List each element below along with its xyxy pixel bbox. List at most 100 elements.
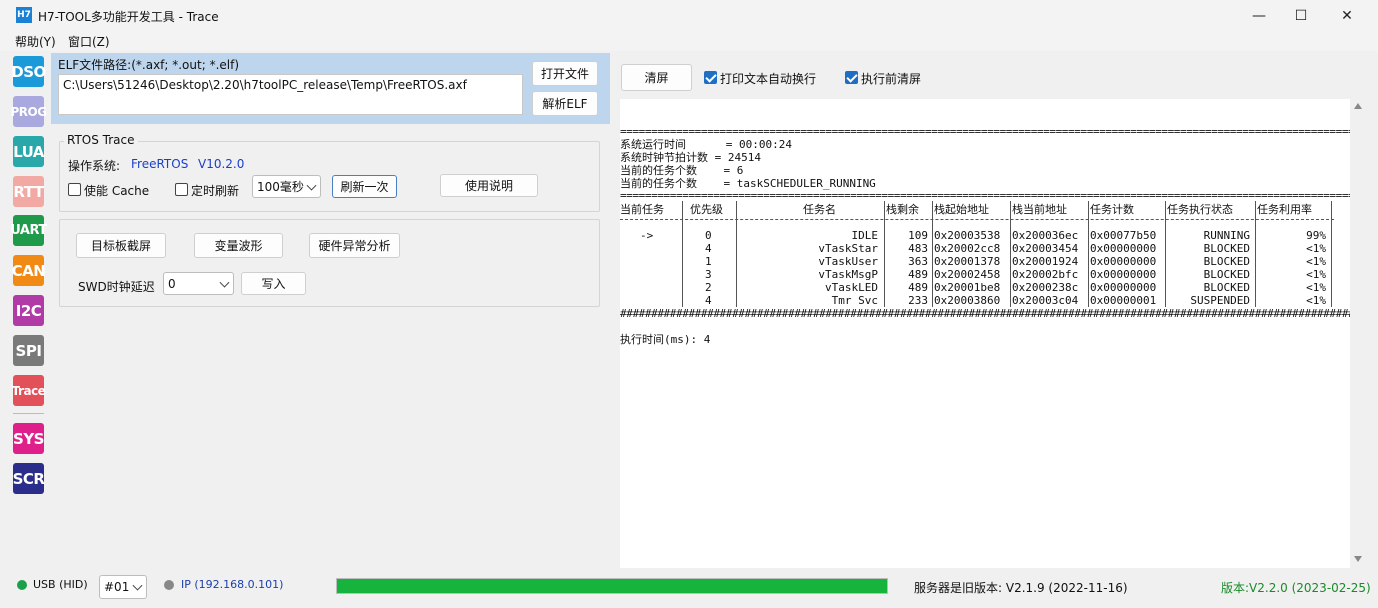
cell-task-state: BLOCKED bbox=[1203, 281, 1250, 294]
cell-usage: 99% bbox=[1306, 229, 1326, 242]
refresh-once-button[interactable]: 刷新一次 bbox=[332, 175, 397, 198]
cell-usage: <1% bbox=[1306, 281, 1326, 294]
menu-window[interactable]: 窗口(Z) bbox=[68, 33, 110, 50]
table-row[interactable]: 4 Tmr Svc 233 0x20003860 0x20003c04 0x00… bbox=[620, 294, 1350, 307]
table-row[interactable]: 2 vTaskLED 489 0x20001be8 0x2000238c 0x0… bbox=[620, 281, 1350, 294]
cell-task-count: 0x00000000 bbox=[1090, 255, 1157, 268]
menu-help[interactable]: 帮助(Y) bbox=[15, 33, 56, 50]
hard-fault-analysis-button[interactable]: 硬件异常分析 bbox=[309, 233, 400, 258]
cell-task-name: IDLE bbox=[851, 229, 879, 242]
sidebar-item-uart[interactable]: UART bbox=[10, 215, 47, 246]
sidebar-item-lua[interactable]: LUA bbox=[13, 136, 44, 167]
swd-delay-select[interactable]: 0 bbox=[163, 272, 234, 295]
sidebar-item-sys[interactable]: SYS bbox=[13, 423, 44, 454]
exec-time: 执行时间(ms): 4 bbox=[620, 333, 711, 346]
sidebar-item-dso[interactable]: DSO bbox=[11, 56, 46, 87]
sidebar-item-trace[interactable]: Trace bbox=[12, 375, 46, 406]
cell-stack-current: 0x200036ec bbox=[1012, 229, 1079, 242]
cell-usage: <1% bbox=[1306, 242, 1326, 255]
sidebar-item-can[interactable]: CAN bbox=[12, 255, 46, 286]
app-icon: H7 bbox=[16, 7, 32, 23]
cell-stack-free: 483 bbox=[908, 242, 928, 255]
rtos-group-title: RTOS Trace bbox=[64, 133, 138, 147]
scroll-up-icon[interactable] bbox=[1354, 103, 1362, 109]
cell-task-name: vTaskUser bbox=[818, 255, 878, 268]
cell-task-count: 0x00000000 bbox=[1090, 242, 1157, 255]
sidebar-item-rtt[interactable]: RTT bbox=[13, 176, 44, 207]
close-button[interactable]: ✕ bbox=[1324, 0, 1370, 31]
table-row[interactable]: 3 vTaskMsgP 489 0x20002458 0x20002bfc 0x… bbox=[620, 268, 1350, 281]
device-select-value: #01 bbox=[104, 580, 130, 594]
console-output[interactable]: ========================================… bbox=[620, 99, 1350, 568]
usage-help-button[interactable]: 使用说明 bbox=[440, 174, 538, 197]
parse-elf-button[interactable]: 解析ELF bbox=[532, 91, 598, 116]
clear-before-run-checkbox[interactable] bbox=[845, 71, 858, 84]
auto-wrap-checkbox[interactable] bbox=[704, 71, 717, 84]
write-button[interactable]: 写入 bbox=[241, 272, 306, 295]
cell-stack-start: 0x20003860 bbox=[934, 294, 1001, 307]
ip-status-label: IP (192.168.0.101) bbox=[181, 578, 284, 591]
sidebar-item-scr[interactable]: SCR bbox=[13, 463, 45, 494]
cell-usage: <1% bbox=[1306, 255, 1326, 268]
clear-before-run-label: 执行前清屏 bbox=[861, 72, 922, 86]
cell-task-count: 0x00000001 bbox=[1090, 294, 1157, 307]
auto-wrap-label: 打印文本自动换行 bbox=[720, 72, 817, 86]
os-version: V10.2.0 bbox=[198, 157, 245, 171]
refresh-interval-select[interactable]: 100毫秒 bbox=[252, 175, 321, 198]
cell-priority: 2 bbox=[705, 281, 712, 294]
maximize-button[interactable]: ☐ bbox=[1278, 0, 1324, 31]
usb-status-label: USB (HID) bbox=[33, 578, 88, 591]
separator-hash-line: ########################################… bbox=[620, 307, 1350, 320]
cache-label: 使能 Cache bbox=[84, 184, 150, 198]
cell-stack-free: 489 bbox=[908, 268, 928, 281]
chevron-down-icon bbox=[219, 277, 230, 288]
cell-priority: 0 bbox=[705, 229, 712, 242]
cell-priority: 4 bbox=[705, 294, 712, 307]
table-row[interactable]: 1 vTaskUser 363 0x20001378 0x20001924 0x… bbox=[620, 255, 1350, 268]
cell-stack-free: 489 bbox=[908, 281, 928, 294]
sidebar-item-i2c[interactable]: I2C bbox=[13, 295, 44, 326]
cell-task-state: BLOCKED bbox=[1203, 255, 1250, 268]
variable-waveform-button[interactable]: 变量波形 bbox=[194, 233, 283, 258]
table-row[interactable]: 4 vTaskStar 483 0x20002cc8 0x20003454 0x… bbox=[620, 242, 1350, 255]
scroll-down-icon[interactable] bbox=[1354, 556, 1362, 562]
cell-stack-free: 363 bbox=[908, 255, 928, 268]
elf-path-label: ELF文件路径:(*.axf; *.out; *.elf) bbox=[58, 58, 240, 72]
menu-bar bbox=[0, 31, 1378, 51]
target-screenshot-button[interactable]: 目标板截屏 bbox=[76, 233, 166, 258]
cell-task-state: BLOCKED bbox=[1203, 268, 1250, 281]
sidebar-item-prog[interactable]: PROG bbox=[10, 96, 47, 127]
clear-screen-button[interactable]: 清屏 bbox=[621, 64, 692, 91]
refresh-interval-value: 100毫秒 bbox=[257, 180, 304, 194]
sidebar-item-spi[interactable]: SPI bbox=[13, 335, 44, 366]
cell-priority: 3 bbox=[705, 268, 712, 281]
cell-task-state: RUNNING bbox=[1203, 229, 1250, 242]
minimize-button[interactable]: — bbox=[1236, 0, 1282, 31]
sidebar: DSO PROG LUA RTT UART CAN I2C SPI Trace … bbox=[8, 52, 48, 568]
timer-refresh-checkbox[interactable] bbox=[175, 183, 188, 196]
cell-stack-free: 233 bbox=[908, 294, 928, 307]
cell-task-name: vTaskStar bbox=[818, 242, 878, 255]
cache-checkbox[interactable] bbox=[68, 183, 81, 196]
open-file-button[interactable]: 打开文件 bbox=[532, 61, 598, 86]
console-scrollbar[interactable] bbox=[1350, 99, 1366, 568]
cell-stack-current: 0x2000238c bbox=[1012, 281, 1079, 294]
progress-fill bbox=[337, 579, 887, 593]
cell-task-name: Tmr Svc bbox=[831, 294, 878, 307]
elf-path-input[interactable]: C:\Users\51246\Desktop\2.20\h7toolPC_rel… bbox=[58, 74, 523, 115]
cell-stack-current: 0x20002bfc bbox=[1012, 268, 1079, 281]
cell-stack-start: 0x20001be8 bbox=[934, 281, 1001, 294]
device-select[interactable]: #01 bbox=[99, 575, 147, 599]
cell-stack-start: 0x20002cc8 bbox=[934, 242, 1001, 255]
swd-delay-value: 0 bbox=[168, 276, 176, 291]
swd-delay-label: SWD时钟延迟 bbox=[78, 280, 155, 294]
cell-stack-free: 109 bbox=[908, 229, 928, 242]
os-name: FreeRTOS bbox=[131, 157, 189, 171]
usb-status-icon bbox=[17, 580, 27, 590]
cell-stack-current: 0x20003454 bbox=[1012, 242, 1079, 255]
progress-bar bbox=[336, 578, 888, 594]
cell-stack-start: 0x20001378 bbox=[934, 255, 1001, 268]
ip-status-icon bbox=[164, 580, 174, 590]
table-row[interactable]: -> 0 IDLE 109 0x20003538 0x200036ec 0x00… bbox=[620, 229, 1350, 242]
cell-task-name: vTaskLED bbox=[825, 281, 878, 294]
